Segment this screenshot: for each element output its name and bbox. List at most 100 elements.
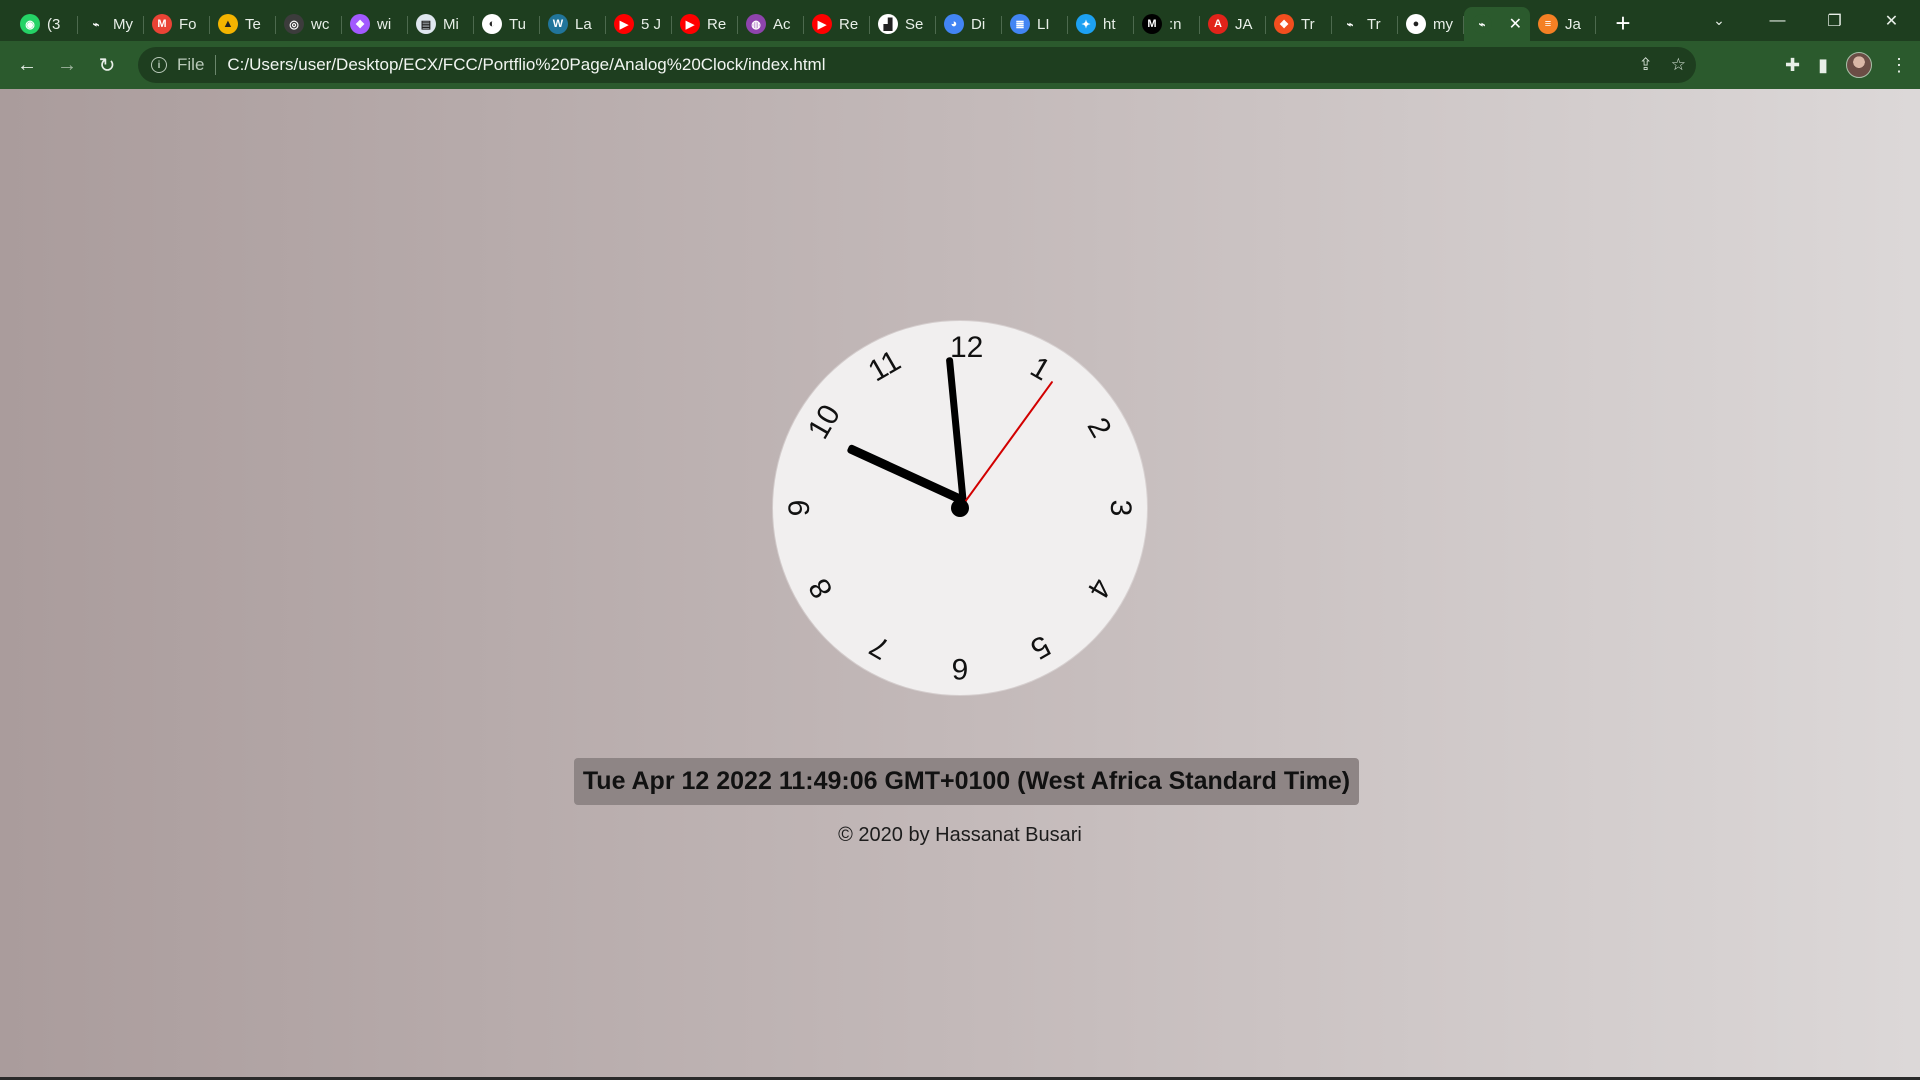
browser-tab[interactable]: ▤ Mi — [408, 7, 474, 41]
browser-tab[interactable]: ◕ Di — [936, 7, 1002, 41]
tab-title: :n — [1169, 15, 1182, 33]
clock-numeral: 7 — [864, 628, 896, 666]
figma-icon: ❖ — [350, 14, 370, 34]
link-icon: ⌁ — [1340, 14, 1360, 34]
browser-tab[interactable]: ▟ Se — [870, 7, 936, 41]
youtube-icon: ▶ — [680, 14, 700, 34]
toolbar-actions: ✚ ▮ ⋮ — [1785, 41, 1908, 89]
tab-title: Tr — [1301, 15, 1315, 33]
browser-tab[interactable]: ⌁ Tr — [1332, 7, 1398, 41]
address-bar[interactable]: i File C:/Users/user/Desktop/ECX/FCC/Por… — [138, 47, 1696, 83]
camera-icon: ◎ — [284, 14, 304, 34]
browser-tab[interactable]: ⌁ ✕ — [1464, 7, 1530, 41]
clock-numeral: 10 — [801, 399, 847, 445]
tab-search-icon[interactable]: ⌄ — [1704, 0, 1734, 41]
clock-numeral: 4 — [1080, 572, 1118, 604]
tab-list: ◉ (3 ⌁ My M Fo ▲ Te ◎ wc ❖ wi ▤ Mi ◐ Tu W La ▶ 5 J ▶ Re ◍ Ac ▶ Re… — [0, 0, 1596, 41]
browser-tab[interactable]: ❖ Tr — [1266, 7, 1332, 41]
tab-title: Se — [905, 15, 924, 33]
browser-tab[interactable]: ◉ (3 — [12, 7, 78, 41]
address-actions: ⇪ ☆ — [1639, 47, 1687, 83]
clock-numeral: 5 — [1024, 628, 1056, 666]
stackoverflow-icon: ≡ — [1538, 14, 1558, 34]
tab-title: Re — [839, 15, 859, 33]
browser-tab[interactable]: ▶ Re — [804, 7, 870, 41]
minute-hand — [846, 443, 964, 504]
second-hand — [960, 380, 1054, 509]
tab-title: My — [113, 15, 133, 33]
browser-tab[interactable]: ◎ wc — [276, 7, 342, 41]
browser-tab[interactable]: ≡ Ja — [1530, 7, 1596, 41]
share-icon[interactable]: ⇪ — [1639, 55, 1653, 75]
tab-title: Tr — [1367, 15, 1381, 33]
youtube-icon: ▶ — [812, 14, 832, 34]
medium-icon: M — [1142, 14, 1162, 34]
docs-icon: ≣ — [1010, 14, 1030, 34]
footer-copyright: © 2020 by Hassanat Busari — [838, 824, 1082, 846]
tab-title: ht — [1103, 15, 1116, 33]
clock-numeral: 11 — [862, 344, 907, 389]
doc-icon: ▤ — [416, 14, 436, 34]
menu-icon[interactable]: ⋮ — [1890, 55, 1908, 76]
bookmark-star-icon[interactable]: ☆ — [1671, 55, 1686, 75]
tab-title: my — [1433, 15, 1453, 33]
browser-tab[interactable]: ◍ Ac — [738, 7, 804, 41]
browser-tab[interactable]: M Fo — [144, 7, 210, 41]
minimize-button[interactable]: — — [1749, 0, 1806, 41]
browser-tab[interactable]: W La — [540, 7, 606, 41]
tab-title: wi — [377, 15, 392, 33]
analog-clock: 11 10 9 8 7 6 5 4 3 2 1 12 — [773, 321, 1147, 695]
tab-title: Ac — [773, 15, 791, 33]
page-content: 11 10 9 8 7 6 5 4 3 2 1 12 Tue Apr 12 2022 11:49:06… — [0, 89, 1920, 1080]
browser-toolbar: ← → ↻ i File C:/Users/user/Desktop/ECX/F… — [0, 41, 1920, 89]
browser-tab[interactable]: ● my — [1398, 7, 1464, 41]
tab-title: Di — [971, 15, 986, 33]
chrome-icon: ◕ — [944, 14, 964, 34]
info-icon[interactable]: i — [151, 57, 167, 73]
browser-tab[interactable]: ⌁ My — [78, 7, 144, 41]
tab-title: La — [575, 15, 592, 33]
url-text[interactable]: C:/Users/user/Desktop/ECX/FCC/Portflio%2… — [227, 55, 825, 75]
drive-icon: ▲ — [218, 14, 238, 34]
clock-numeral: 6 — [951, 652, 969, 685]
browser-tab[interactable]: ✦ ht — [1068, 7, 1134, 41]
gmail-icon: M — [152, 14, 172, 34]
tab-title: Te — [245, 15, 261, 33]
browser-tab[interactable]: ≣ LI — [1002, 7, 1068, 41]
clock-numeral: 8 — [802, 572, 840, 604]
browser-tab[interactable]: ▶ Re — [672, 7, 738, 41]
profile-avatar[interactable] — [1846, 52, 1872, 78]
browser-tab[interactable]: ◐ Tu — [474, 7, 540, 41]
back-button[interactable]: ← — [7, 45, 47, 85]
link-icon: ⌁ — [1472, 14, 1492, 34]
address-separator — [215, 55, 217, 75]
restore-button[interactable]: ❐ — [1806, 0, 1863, 41]
browser-tab[interactable]: ▶ 5 J — [606, 7, 672, 41]
clock-center-pin — [951, 499, 969, 517]
tab-title: Ja — [1565, 15, 1581, 33]
tab-strip: ◉ (3 ⌁ My M Fo ▲ Te ◎ wc ❖ wi ▤ Mi ◐ Tu W La ▶ 5 J ▶ Re ◍ Ac ▶ Re… — [0, 0, 1920, 41]
twitter-icon: ✦ — [1076, 14, 1096, 34]
wordpress-icon: W — [548, 14, 568, 34]
browser-tab[interactable]: ❖ wi — [342, 7, 408, 41]
new-tab-button[interactable]: + — [1606, 7, 1640, 41]
forward-button[interactable]: → — [47, 45, 87, 85]
browser-tab[interactable]: ▲ Te — [210, 7, 276, 41]
browser-tab[interactable]: M :n — [1134, 7, 1200, 41]
tab-title: 5 J — [641, 15, 662, 33]
browser-tab[interactable]: A JA — [1200, 7, 1266, 41]
close-tab-icon[interactable]: ✕ — [1509, 14, 1522, 34]
extensions-icon[interactable]: ✚ — [1785, 55, 1800, 76]
side-panel-icon[interactable]: ▮ — [1818, 55, 1828, 76]
podcast-icon: ◍ — [746, 14, 766, 34]
reload-button[interactable]: ↻ — [87, 45, 127, 85]
github-icon: ● — [1406, 14, 1426, 34]
tab-title: JA — [1235, 15, 1253, 33]
figma-icon: ❖ — [1274, 14, 1294, 34]
stairs-icon: ▟ — [878, 14, 898, 34]
clock-numeral: 9 — [783, 499, 816, 517]
close-window-button[interactable]: ✕ — [1863, 0, 1920, 41]
hour-hand — [945, 356, 967, 505]
tab-title: wc — [311, 15, 330, 33]
tab-title: Mi — [443, 15, 459, 33]
